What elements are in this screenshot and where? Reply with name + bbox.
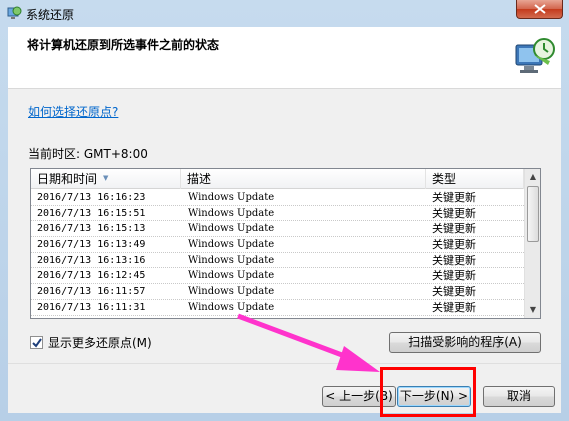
pointer-arrow-icon [237, 313, 380, 372]
